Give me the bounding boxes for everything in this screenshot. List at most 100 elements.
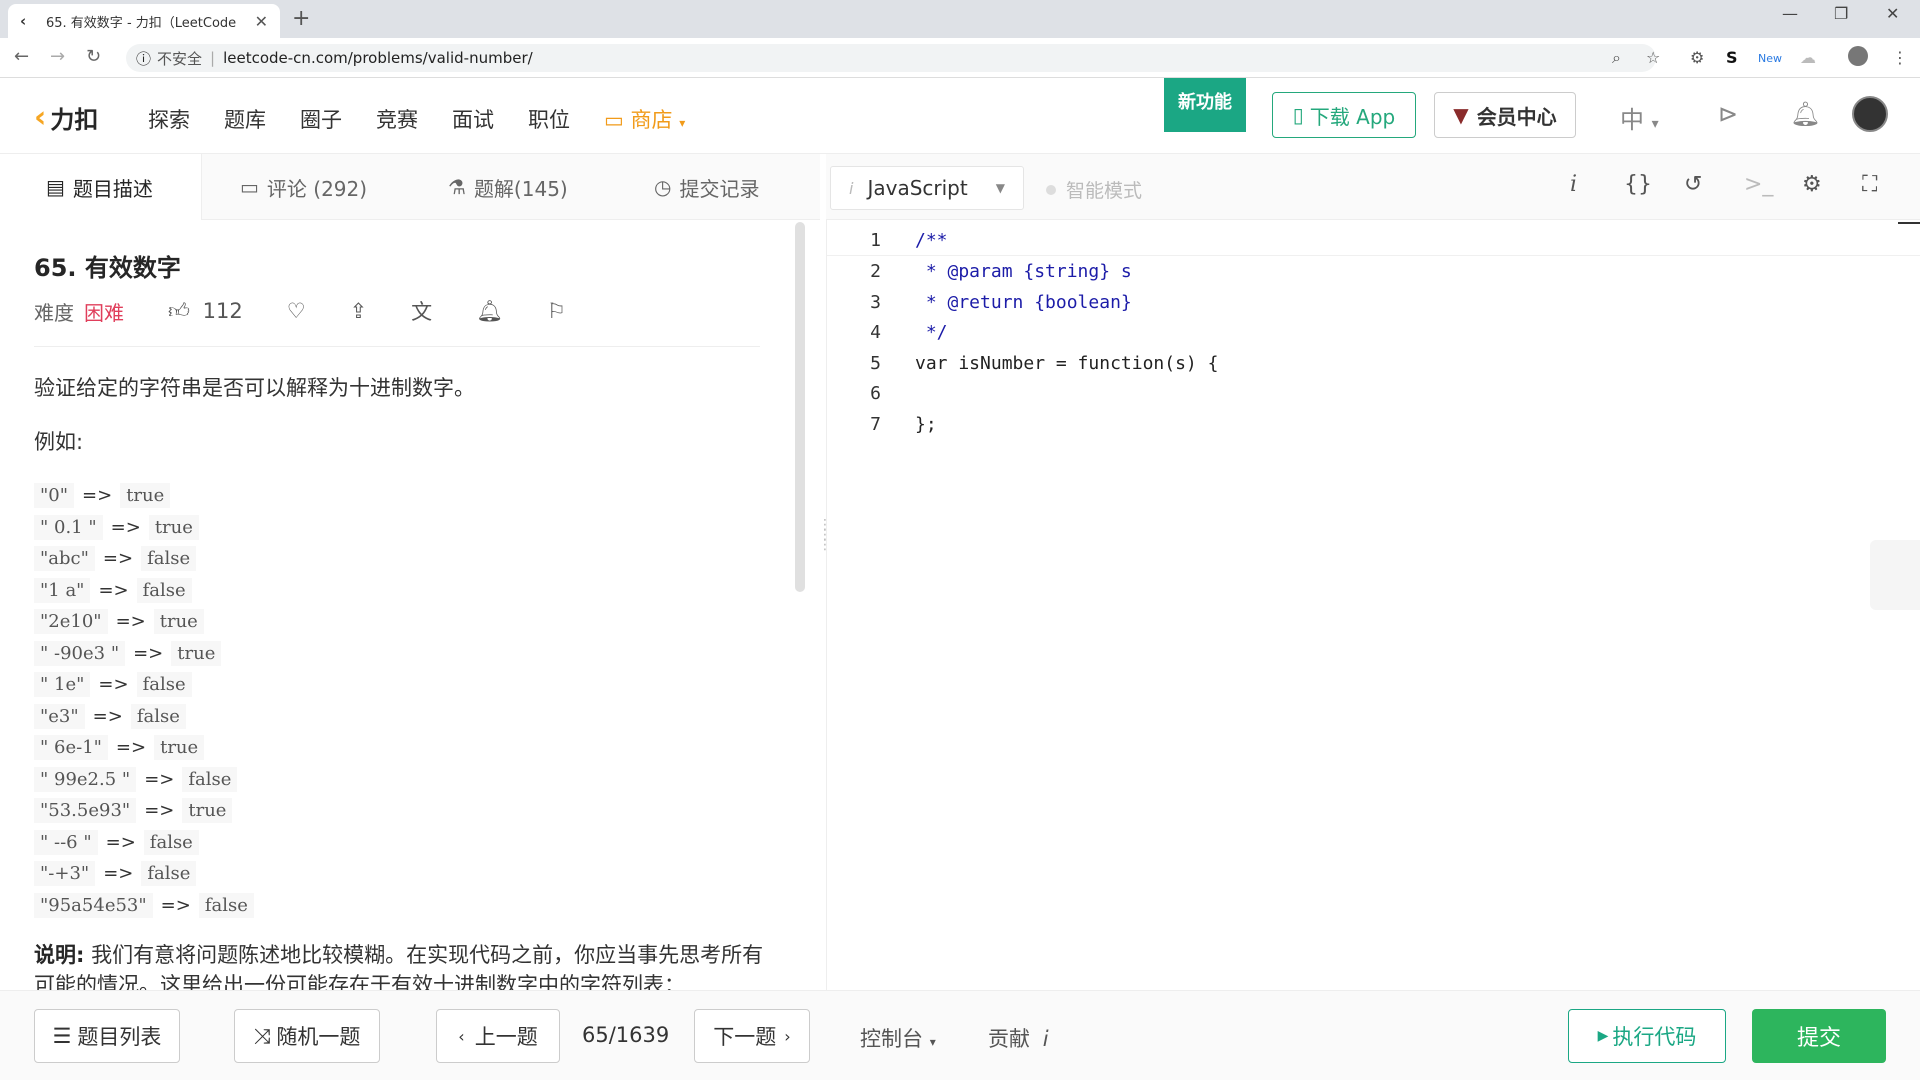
like-button[interactable]: 👍︎ 112 (168, 298, 243, 324)
next-problem-button[interactable]: 下一题 › (694, 1009, 810, 1063)
tab-comments[interactable]: ▭ 评论 (292) (240, 154, 367, 220)
format-braces-icon[interactable]: {} (1624, 172, 1652, 197)
settings-gear-icon[interactable]: ⚙ (1802, 172, 1822, 197)
cloud-icon[interactable]: ☁ (1800, 48, 1816, 67)
info-icon: i (1042, 1027, 1049, 1051)
info-icon: i (849, 178, 854, 198)
example-row: "-+3" => false (34, 858, 254, 890)
vip-center-button[interactable]: ▼ 会员中心 (1434, 92, 1576, 138)
example-input: "abc" (34, 546, 95, 572)
example-output: false (182, 766, 238, 792)
bookmark-star-icon[interactable]: ☆ (1646, 48, 1660, 67)
user-avatar[interactable] (1852, 96, 1888, 132)
new-tab-button[interactable]: + (292, 6, 310, 31)
chevron-down-icon: ▾ (1651, 116, 1659, 132)
reset-icon[interactable]: ↺ (1684, 172, 1702, 197)
close-tab-icon[interactable]: ✕ (255, 12, 268, 31)
random-problem-button[interactable]: ⤨ 随机一题 (234, 1009, 380, 1063)
nav-item-explore[interactable]: 探索 (148, 104, 190, 134)
prev-problem-button[interactable]: ‹ 上一题 (436, 1009, 560, 1063)
forward-icon[interactable]: → (50, 46, 65, 67)
language-switch[interactable]: 中 ▾ (1620, 100, 1659, 135)
notification-bell-icon[interactable]: 🔔︎ (476, 299, 503, 324)
chevron-right-icon: › (784, 1026, 791, 1046)
example-output: false (198, 892, 254, 918)
side-panel-handle[interactable] (1870, 540, 1920, 610)
thumbs-up-icon: 👍︎ (168, 299, 190, 323)
language-select[interactable]: i JavaScript ▼ (830, 166, 1024, 210)
tab-submissions[interactable]: ◷ 提交记录 (654, 154, 759, 220)
nav-item-problems[interactable]: 题库 (224, 104, 266, 134)
code-line[interactable]: 5 var isNumber = function(s) { (827, 348, 1920, 378)
smart-mode-toggle[interactable]: 智能模式 (1046, 176, 1142, 203)
info-icon[interactable]: i (1570, 172, 1577, 197)
feedback-icon[interactable]: ⚐ (547, 299, 566, 323)
code-text: /** (915, 230, 948, 251)
example-output: false (141, 546, 197, 572)
problem-panel: 65. 有效数字 难度 困难 👍︎ 112 ♡ ⇪ 文 🔔︎ ⚐ 验证给定的字符… (0, 220, 806, 990)
terminal-icon[interactable]: >_ (1744, 172, 1773, 197)
description-scrollbar[interactable] (795, 222, 805, 592)
example-input: "1 a" (34, 577, 91, 603)
playground-icon[interactable]: ⊳ (1718, 100, 1738, 128)
code-editor[interactable]: 1/** 2 * @param {string} s3 * @return {bo… (826, 220, 1920, 990)
flask-icon: ⚗ (448, 175, 466, 199)
submit-button[interactable]: 提交 (1752, 1009, 1886, 1063)
code-line[interactable]: 1 /** (827, 226, 1920, 256)
divider (34, 346, 760, 347)
extension-icon[interactable]: ⚙ (1690, 48, 1704, 67)
nav-item-jobs[interactable]: 职位 (528, 104, 570, 134)
run-label: 执行代码 (1612, 1025, 1697, 1049)
fullscreen-icon[interactable]: ⛶ (1862, 172, 1877, 197)
problem-description: 验证给定的字符串是否可以解释为十进制数字。 (34, 376, 475, 400)
nav-item-interview[interactable]: 面试 (452, 104, 494, 134)
toggle-dot (1046, 184, 1056, 195)
nav-item-circle[interactable]: 圈子 (300, 104, 342, 134)
zoom-icon[interactable]: ⌕ (1612, 48, 1621, 68)
code-line[interactable]: 4 */ (827, 318, 1920, 348)
comment-icon: ▭ (240, 175, 259, 199)
browser-tab-bar: ‹ 65. 有效数字 - 力扣（LeetCode ✕ + — ❐ ✕ (0, 0, 1920, 38)
browser-tab[interactable]: ‹ 65. 有效数字 - 力扣（LeetCode ✕ (8, 4, 280, 38)
console-toggle[interactable]: 控制台 ▾ (860, 1023, 936, 1053)
shuffle-icon: ⤨ (253, 1023, 271, 1048)
share-icon[interactable]: ⇪ (350, 299, 368, 323)
tab-solutions[interactable]: ⚗ 题解(145) (448, 154, 568, 220)
s-extension-icon[interactable]: S (1726, 48, 1738, 67)
notification-bell-icon[interactable]: 🔔︎ (1790, 100, 1820, 128)
contribute-link[interactable]: 贡献 i (988, 1023, 1049, 1053)
restore-window-icon[interactable]: ❐ (1834, 4, 1848, 23)
nav-item-contest[interactable]: 竞赛 (376, 104, 418, 134)
run-code-button[interactable]: ▶ 执行代码 (1568, 1009, 1726, 1063)
browser-menu-icon[interactable]: ⋮ (1892, 48, 1908, 67)
profile-avatar[interactable] (1848, 46, 1868, 66)
close-window-icon[interactable]: ✕ (1886, 4, 1899, 23)
code-line[interactable]: 2 * @param {string} s (827, 257, 1920, 287)
example-label: 例如: (34, 430, 84, 454)
example-output: true (120, 483, 171, 509)
panel-resize-handle[interactable]: ⋮ ⋮ ⋮ (818, 518, 832, 552)
example-arrow: => (103, 863, 134, 885)
problem-list-button[interactable]: ☰ 题目列表 (34, 1009, 180, 1063)
url-text: leetcode-cn.com/problems/valid-number/ (223, 49, 533, 67)
nav-item-store[interactable]: ▭ 商店 ▾ (604, 104, 685, 134)
phone-icon: ▯ (1292, 103, 1304, 127)
download-app-button[interactable]: ▯ 下载 App (1272, 92, 1416, 138)
new-extension-badge[interactable]: New (1758, 52, 1782, 65)
code-text: }; (915, 413, 937, 435)
new-feature-badge[interactable]: 新功能 (1164, 78, 1246, 132)
back-icon[interactable]: ← (14, 46, 29, 67)
code-text: var isNumber = function(s) { (915, 352, 1219, 374)
translate-icon[interactable]: 文 (411, 296, 432, 326)
code-line[interactable]: 6 (827, 379, 1920, 409)
url-field[interactable]: ⓘ 不安全 | leetcode-cn.com/problems/valid-n… (126, 44, 1656, 72)
code-line[interactable]: 3 * @return {boolean} (827, 287, 1920, 317)
reload-icon[interactable]: ↻ (86, 46, 101, 67)
minimize-icon[interactable]: — (1782, 4, 1798, 23)
code-line[interactable]: 7}; (827, 409, 1920, 439)
favorite-heart-icon[interactable]: ♡ (287, 299, 306, 323)
info-icon[interactable]: ⓘ (136, 48, 151, 69)
tab-description[interactable]: ▤ 题目描述 (0, 154, 202, 220)
example-row: "53.5e93" => true (34, 795, 254, 827)
leetcode-logo[interactable]: ‹ 力扣 (34, 100, 98, 135)
